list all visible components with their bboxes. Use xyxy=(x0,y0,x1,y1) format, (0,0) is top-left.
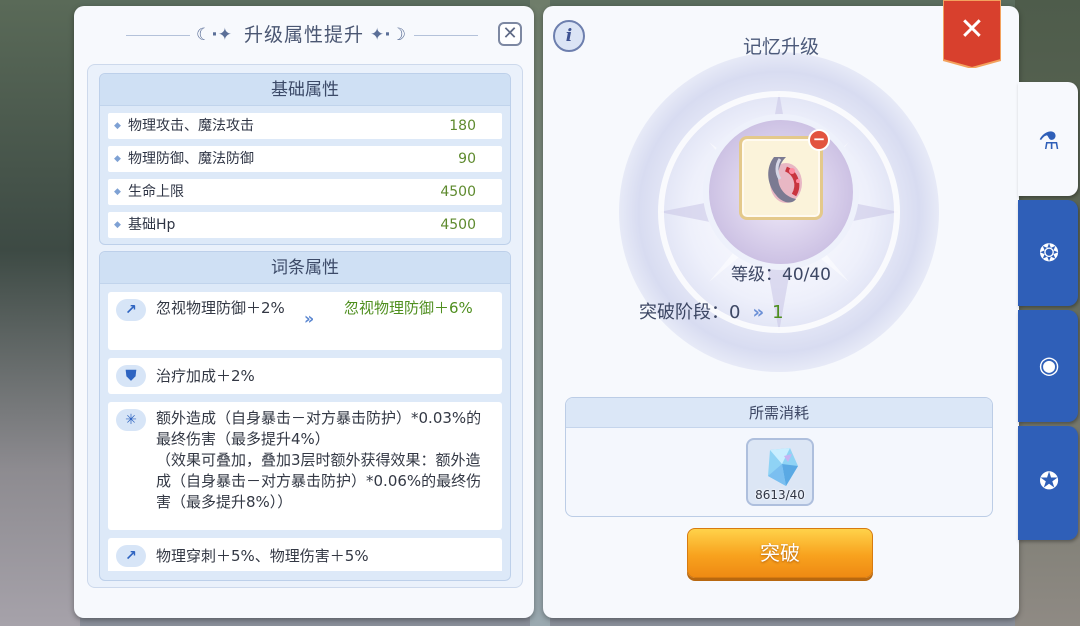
close-icon: ✕ xyxy=(959,12,985,47)
memory-upgrade-panel: i 记忆升级 − 等级：40/40 突破阶段：0»1 所需消耗 8613/40 xyxy=(543,6,1019,618)
stage-current: 0 xyxy=(729,302,741,323)
close-button[interactable]: ✕ xyxy=(943,0,1001,68)
attribute-value: 180 xyxy=(449,118,476,134)
bullet-icon: ◆ xyxy=(114,220,121,230)
level-label: 等级：40/40 xyxy=(731,265,831,285)
attribute-value: 4500 xyxy=(440,217,476,233)
breakthrough-button[interactable]: 突破 xyxy=(687,528,873,578)
background-left xyxy=(0,0,80,626)
sword-icon: ↗ xyxy=(116,299,146,321)
potion-icon: ⚗ xyxy=(1038,127,1060,155)
remove-icon[interactable]: − xyxy=(808,129,830,151)
attribute-value: 4500 xyxy=(440,184,476,200)
snowflake-icon: ✳ xyxy=(116,409,146,431)
memory-item-slot[interactable]: − xyxy=(739,129,830,220)
affix-text: 物理穿刺＋5%、物理伤害＋5% xyxy=(156,547,369,565)
attribute-name: 基础Hp xyxy=(128,217,176,233)
memory-item-icon xyxy=(768,157,802,203)
shield-icon: ⛊ xyxy=(116,365,146,387)
tab-star[interactable]: ✪ xyxy=(1018,426,1078,540)
attribute-row: ◆ 基础Hp 4500 xyxy=(108,212,502,238)
affix-item: ↗ 忽视物理防御＋2% ›› 忽视物理防御＋6% xyxy=(108,292,502,350)
spin-icon: ❂ xyxy=(1038,239,1060,267)
affix-attributes-section: 词条属性 ↗ 忽视物理防御＋2% ›› 忽视物理防御＋6% ⛊ 治疗加成＋2% … xyxy=(99,251,511,581)
stage-next: 1 xyxy=(772,302,784,323)
breakthrough-stage: 突破阶段：0 » 1 xyxy=(639,298,784,324)
crescent-ornament-icon: ☾·✦ xyxy=(196,25,232,45)
attribute-name: 生命上限 xyxy=(128,184,184,200)
affix-current: 忽视物理防御＋2% xyxy=(156,299,285,317)
affix-text: 额外造成（自身暴击－对方暴击防护）*0.03%的最终伤害（最多提升4%） （效果… xyxy=(156,409,482,511)
section-title: 基础属性 xyxy=(100,74,510,106)
bullet-icon: ◆ xyxy=(114,187,121,197)
affix-item: ⛊ 治疗加成＋2% xyxy=(108,358,502,394)
affix-list[interactable]: ↗ 忽视物理防御＋2% ›› 忽视物理防御＋6% ⛊ 治疗加成＋2% ✳ 额外造… xyxy=(100,285,512,571)
attributes-frame: 基础属性 ◆ 物理攻击、魔法攻击 180 ◆ 物理防御、魔法防御 90 ◆ 生命… xyxy=(87,64,523,588)
attribute-row: ◆ 生命上限 4500 xyxy=(108,179,502,205)
tab-memory[interactable]: ⚗ xyxy=(1018,82,1078,196)
bullet-icon: ◆ xyxy=(114,154,121,164)
orbit-icon: ◉ xyxy=(1038,351,1060,379)
attribute-name: 物理攻击、魔法攻击 xyxy=(128,118,254,134)
section-title: 词条属性 xyxy=(100,252,510,284)
crescent-ornament-icon: ✦·☽ xyxy=(370,25,406,45)
attribute-row: ◆ 物理防御、魔法防御 90 xyxy=(108,146,502,172)
panel-header: ☾·✦ 升级属性提升 ✦·☽ xyxy=(74,20,534,50)
required-cost-box: 所需消耗 8613/40 xyxy=(565,397,993,517)
base-attributes-section: 基础属性 ◆ 物理攻击、魔法攻击 180 ◆ 物理防御、魔法防御 90 ◆ 生命… xyxy=(99,73,511,245)
stage-label: 突破阶段： xyxy=(639,302,729,323)
tab-pet[interactable]: ❂ xyxy=(1018,200,1078,306)
crystal-icon xyxy=(768,448,798,486)
header-divider-left xyxy=(126,35,190,36)
attribute-name: 物理防御、魔法防御 xyxy=(128,151,254,167)
attribute-row: ◆ 物理攻击、魔法攻击 180 xyxy=(108,113,502,139)
double-chevron-icon: ›› xyxy=(304,309,314,328)
star-bag-icon: ✪ xyxy=(1038,467,1060,495)
tab-orbit[interactable]: ◉ xyxy=(1018,310,1078,422)
cost-count: 8613/40 xyxy=(755,488,805,502)
attribute-value: 90 xyxy=(458,151,476,167)
double-chevron-icon: » xyxy=(752,302,763,323)
sword-icon: ↗ xyxy=(116,545,146,567)
close-icon[interactable]: ✕ xyxy=(498,22,522,46)
panel-title: 升级属性提升 xyxy=(243,24,364,46)
affix-text: 治疗加成＋2% xyxy=(156,367,255,385)
affix-item: ✳ 额外造成（自身暴击－对方暴击防护）*0.03%的最终伤害（最多提升4%） （… xyxy=(108,402,502,530)
affix-item: ↗ 物理穿刺＋5%、物理伤害＋5% xyxy=(108,538,502,571)
upgrade-attributes-panel: ☾·✦ 升级属性提升 ✦·☽ ✕ 基础属性 ◆ 物理攻击、魔法攻击 180 ◆ … xyxy=(74,6,534,618)
cost-material-slot[interactable]: 8613/40 xyxy=(746,438,814,506)
bullet-icon: ◆ xyxy=(114,121,121,131)
cost-title: 所需消耗 xyxy=(566,398,992,428)
affix-upgraded: 忽视物理防御＋6% xyxy=(344,299,473,317)
header-divider-right xyxy=(414,35,478,36)
